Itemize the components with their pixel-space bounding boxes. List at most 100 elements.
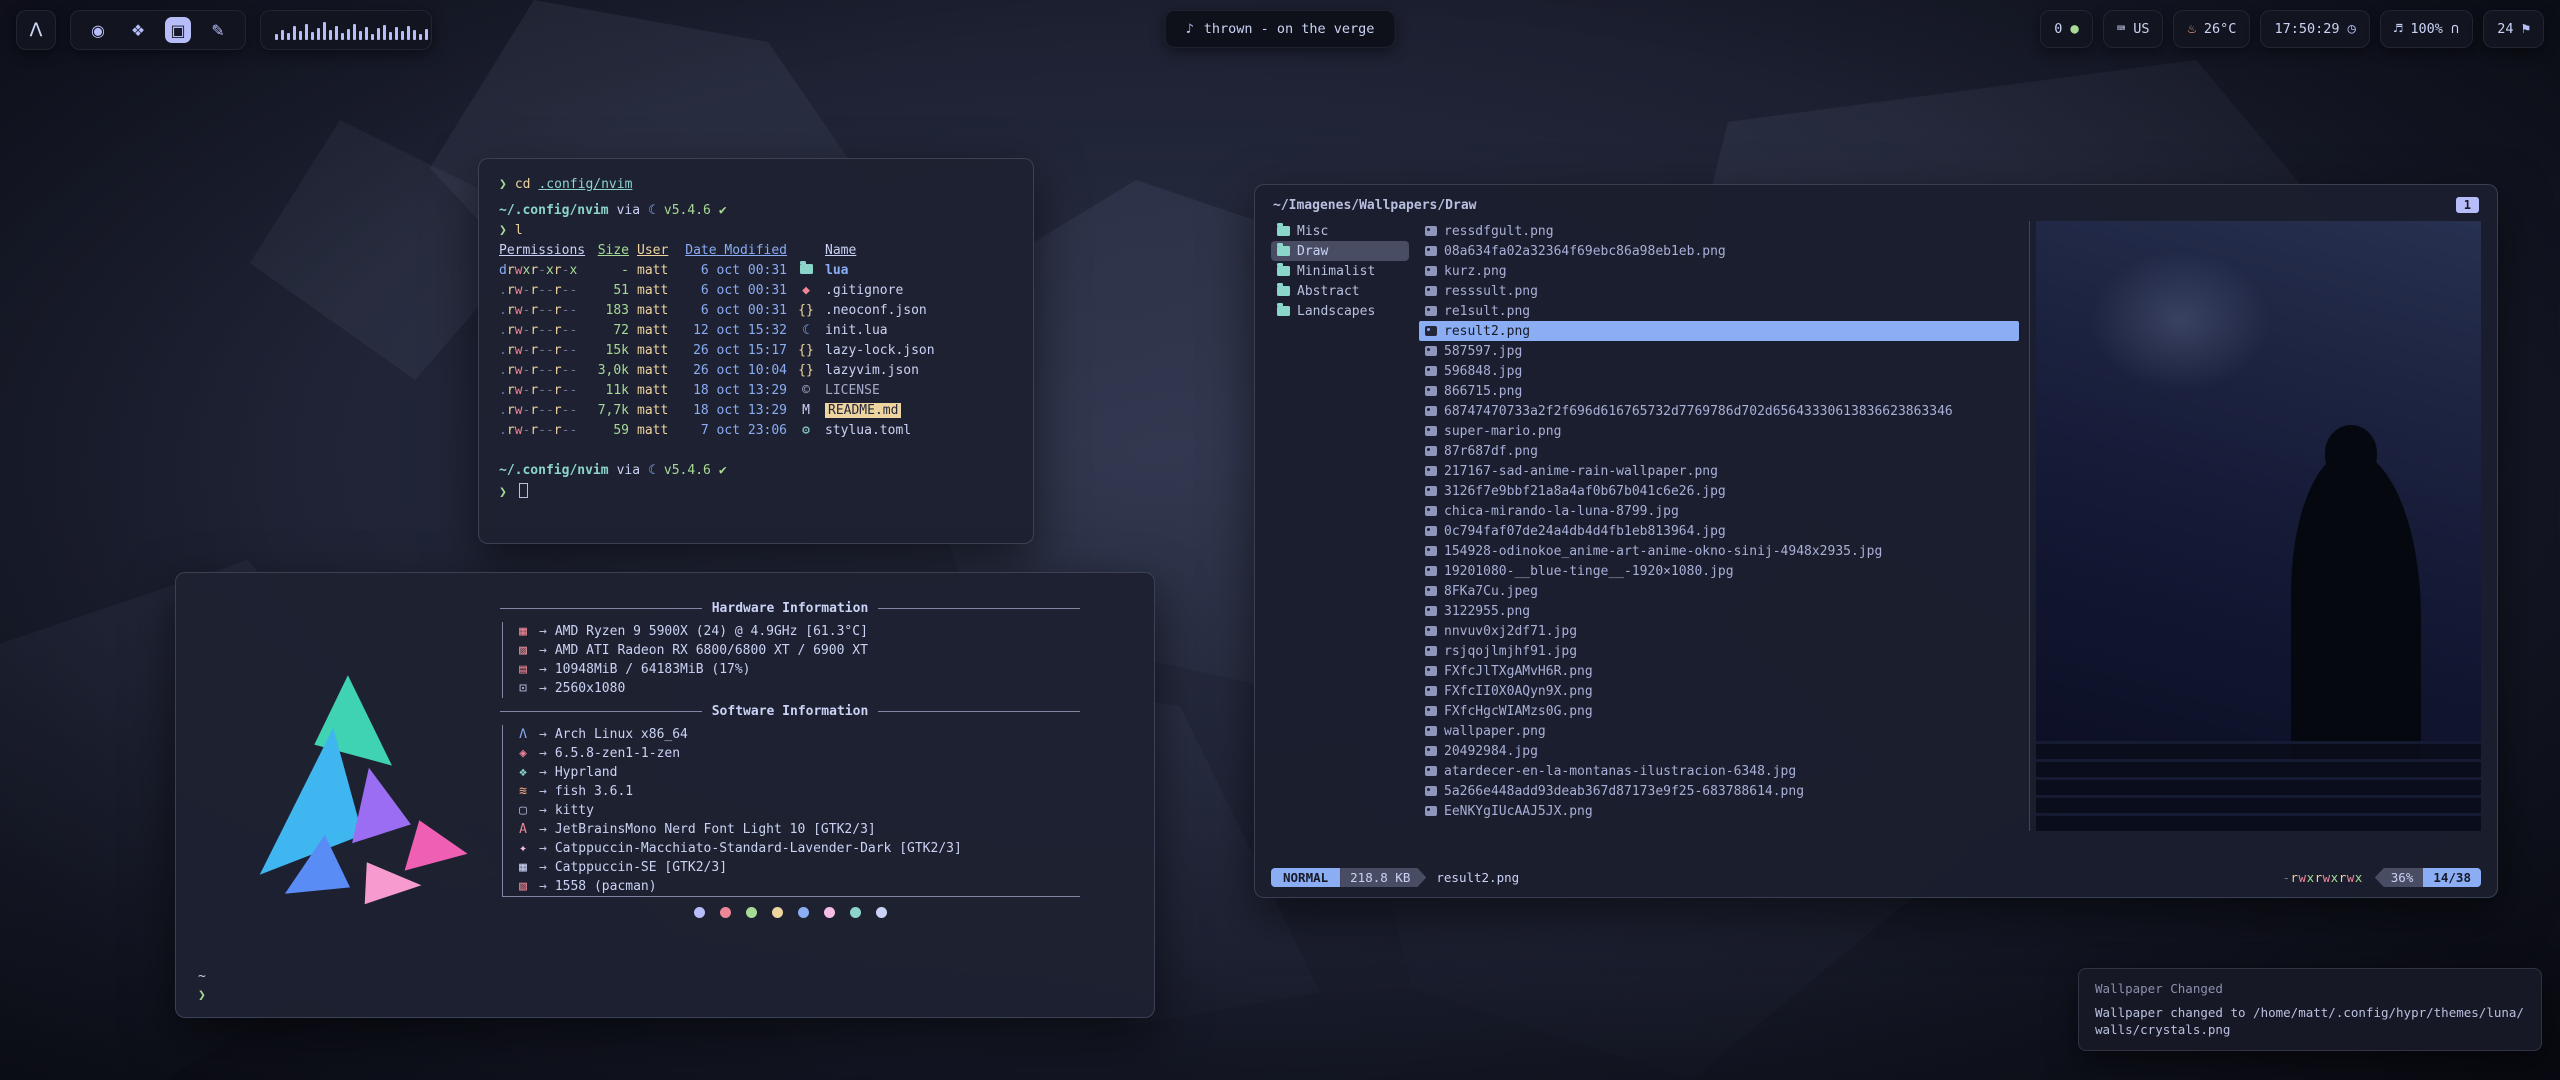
file-list-item[interactable]: nnvuv0xj2df71.jpg	[1419, 621, 2019, 641]
updates-widget[interactable]: 0●	[2040, 10, 2093, 48]
notification-popup[interactable]: Wallpaper Changed Wallpaper changed to /…	[2078, 968, 2542, 1051]
perm-char: .	[499, 283, 507, 298]
terminal-window[interactable]: ❯cd.config/nvim ~/.config/nvimvia☾v5.4.6…	[478, 158, 1034, 544]
workspace-2-button[interactable]: ❖	[125, 17, 151, 43]
file-list-item[interactable]: kurz.png	[1419, 261, 2019, 281]
file-list-item[interactable]: 19201080-__blue-tinge__-1920×1080.jpg	[1419, 561, 2019, 581]
file-name: 587597.jpg	[1444, 344, 1522, 359]
perm-char: -	[538, 383, 546, 398]
file-list-item[interactable]: 20492984.jpg	[1419, 741, 2019, 761]
image-file-icon	[1425, 486, 1437, 496]
file-list-item[interactable]: 587597.jpg	[1419, 341, 2019, 361]
perm-char: r	[507, 303, 515, 318]
file-name: 217167-sad-anime-rain-wallpaper.png	[1444, 464, 1718, 479]
file-type-icon: {}	[795, 341, 817, 361]
visualizer-bar	[287, 33, 290, 40]
fetch-terminal-window[interactable]: Hardware Information ▦→AMD Ryzen 9 5900X…	[175, 572, 1155, 1018]
perm-char: -	[546, 403, 554, 418]
notifications-widget[interactable]: 24⚑	[2483, 10, 2544, 48]
keyboard-widget[interactable]: ⌨US	[2103, 10, 2164, 48]
workspace-4-button[interactable]: ✎	[205, 17, 231, 43]
perm-char: x	[569, 263, 577, 278]
file-list-item[interactable]: chica-mirando-la-luna-8799.jpg	[1419, 501, 2019, 521]
arch-logo-icon: Λ	[30, 19, 43, 41]
file-list-item[interactable]: 68747470733a2f2f696d616765732d7769786d70…	[1419, 401, 2019, 421]
music-widget[interactable]: ♪ thrown - on the verge	[1165, 10, 1396, 48]
file-list-item[interactable]: resssult.png	[1419, 281, 2019, 301]
file-manager-window[interactable]: ~/Imagenes/Wallpapers/Draw 1 MiscDrawMin…	[1254, 184, 2498, 898]
file-type-icon: {}	[795, 301, 817, 321]
terminal-command-line: ❯l	[499, 221, 1013, 241]
file-list-item[interactable]: 0c794faf07de24a4db4d4fb1eb813964.jpg	[1419, 521, 2019, 541]
parent-dir-list: MiscDrawMinimalistAbstractLandscapes	[1271, 221, 1409, 831]
header-permissions: Permissions	[499, 241, 581, 261]
temperature-widget[interactable]: ♨26°C	[2173, 10, 2250, 48]
music-note-icon: ♪	[1186, 21, 1194, 37]
perm-char: r	[554, 383, 562, 398]
icons-info-row: ▦→Catppuccin-SE [GTK2/3]	[515, 858, 1080, 877]
perm-char: -	[546, 283, 554, 298]
file-list-item[interactable]: 8FKa7Cu.jpeg	[1419, 581, 2019, 601]
launcher-button[interactable]: Λ	[16, 10, 56, 50]
file-list-item[interactable]: 5a266e448add93deab367d87173e9f25-6837886…	[1419, 781, 2019, 801]
file-list-item[interactable]: re1sult.png	[1419, 301, 2019, 321]
file-list-item[interactable]: 3122955.png	[1419, 601, 2019, 621]
arrow-icon: →	[539, 679, 547, 698]
file-list-item[interactable]: EeNKYgIUcAAJ5JX.png	[1419, 801, 2019, 821]
file-list-item[interactable]: wallpaper.png	[1419, 721, 2019, 741]
file-list-item[interactable]: result2.png	[1419, 321, 2019, 341]
perm-char: .	[499, 323, 507, 338]
file-permissions: .rw-r--r--	[499, 421, 581, 441]
perm-char: -	[546, 363, 554, 378]
clock-widget[interactable]: 17:50:29◷	[2260, 10, 2369, 48]
file-list-item[interactable]: 154928-odinokoe_anime-art-anime-okno-sin…	[1419, 541, 2019, 561]
file-list-item[interactable]: FXfcII0X0AQyn9X.png	[1419, 681, 2019, 701]
file-size: 15k	[589, 341, 629, 361]
visualizer-bar	[305, 24, 308, 40]
audio-visualizer	[260, 10, 432, 50]
volume-widget[interactable]: ♬100%∩	[2380, 10, 2473, 48]
temperature-value: 26°C	[2204, 21, 2237, 37]
perm-char: w	[2323, 870, 2331, 885]
shell-info-row: ≋→fish 3.6.1	[515, 782, 1080, 801]
file-name-text: .neoconf.json	[825, 303, 927, 318]
file-date: 6 oct 00:31	[683, 301, 787, 321]
file-list-item[interactable]: 596848.jpg	[1419, 361, 2019, 381]
file-list-item[interactable]: ressdfgult.png	[1419, 221, 2019, 241]
wm-icon: ❖	[515, 763, 531, 782]
file-list-item[interactable]: 3126f7e9bbf21a8a4af0b67b041c6e26.jpg	[1419, 481, 2019, 501]
sidebar-folder-draw[interactable]: Draw	[1271, 241, 1409, 261]
workspace-3-button[interactable]: ▣	[165, 17, 191, 43]
perm-char: r	[530, 403, 538, 418]
tab-badge[interactable]: 1	[2456, 197, 2479, 213]
file-list-item[interactable]: FXfcJlTXgAMvH6R.png	[1419, 661, 2019, 681]
file-list-item[interactable]: 866715.png	[1419, 381, 2019, 401]
file-list-item[interactable]: 217167-sad-anime-rain-wallpaper.png	[1419, 461, 2019, 481]
perm-char: -	[538, 323, 546, 338]
arrow-icon: →	[539, 725, 547, 744]
notification-body: Wallpaper changed to /home/matt/.config/…	[2095, 1004, 2525, 1038]
perm-char: -	[569, 343, 577, 358]
workspace-1-button[interactable]: ◉	[85, 17, 111, 43]
file-list-item[interactable]: super-mario.png	[1419, 421, 2019, 441]
sidebar-folder-minimalist[interactable]: Minimalist	[1271, 261, 1409, 281]
file-list-item[interactable]: FXfcHgcWIAMzs0G.png	[1419, 701, 2019, 721]
file-list: ressdfgult.png08a634fa02a32364f69ebc86a9…	[1419, 221, 2019, 831]
file-list-item[interactable]: atardecer-en-la-montanas-ilustracion-634…	[1419, 761, 2019, 781]
terminal-input-line[interactable]: ❯	[499, 481, 1013, 503]
file-name: atardecer-en-la-montanas-ilustracion-634…	[1444, 764, 1796, 779]
file-list-item[interactable]: rsjqojlmjhf91.jpg	[1419, 641, 2019, 661]
sidebar-folder-landscapes[interactable]: Landscapes	[1271, 301, 1409, 321]
file-name-text: lazy-lock.json	[825, 343, 935, 358]
command-arg: .config/nvim	[538, 175, 632, 195]
perm-char: -	[538, 263, 546, 278]
packages-info-row: ▧→1558 (pacman)	[515, 877, 1080, 896]
terminal-value: kitty	[555, 801, 594, 820]
sidebar-folder-misc[interactable]: Misc	[1271, 221, 1409, 241]
fetch-info-panel: Hardware Information ▦→AMD Ryzen 9 5900X…	[500, 593, 1080, 997]
file-name: kurz.png	[1444, 264, 1507, 279]
image-file-icon	[1425, 686, 1437, 696]
sidebar-folder-abstract[interactable]: Abstract	[1271, 281, 1409, 301]
file-list-item[interactable]: 08a634fa02a32364f69ebc86a98eb1eb.png	[1419, 241, 2019, 261]
file-list-item[interactable]: 87r687df.png	[1419, 441, 2019, 461]
